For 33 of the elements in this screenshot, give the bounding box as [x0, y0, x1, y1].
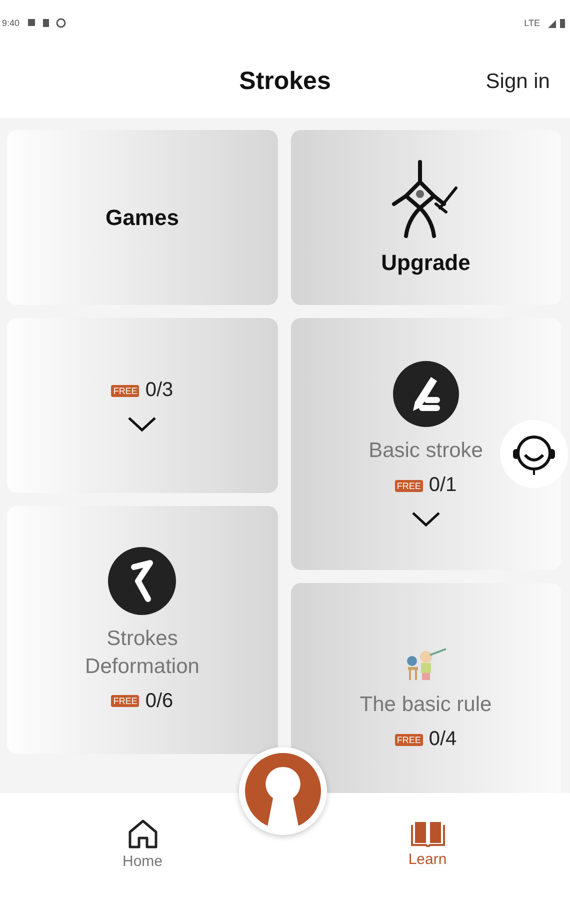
card-title: The basic rule	[358, 692, 493, 718]
s-stroke-icon	[108, 547, 176, 616]
keyhole-icon	[245, 753, 321, 829]
course-card[interactable]: Games	[7, 130, 278, 305]
course-card[interactable]: The basic rule FREE 0/4	[290, 583, 561, 793]
progress-count: 0/4	[428, 728, 457, 752]
course-card[interactable]: Strokes Deformation FREE 0/6	[7, 506, 278, 754]
progress-count: 0/3	[145, 379, 174, 402]
card-title: Strokes Deformation	[84, 626, 200, 680]
card-title: Games	[104, 204, 180, 230]
course-card[interactable]: Basic stroke FREE 0/1	[290, 318, 561, 570]
status-time: 9:40	[2, 18, 20, 28]
signal-battery-icon	[548, 18, 566, 28]
free-badge: FREE	[111, 695, 140, 708]
nav-tab[interactable]: Home	[0, 793, 285, 900]
course-card[interactable]: FREE 0/3	[7, 318, 278, 493]
card-title: Upgrade	[380, 250, 472, 276]
book-icon	[410, 819, 444, 847]
home-icon	[126, 819, 158, 849]
pencil-icon	[392, 360, 459, 427]
free-badge: FREE	[394, 480, 423, 492]
course-card[interactable]: Upgrade	[290, 130, 561, 305]
network-label: LTE	[524, 18, 540, 28]
free-badge: FREE	[111, 384, 140, 396]
nav-tab[interactable]: Learn	[285, 793, 570, 900]
card-title: Basic stroke	[368, 438, 484, 464]
sign-in-link[interactable]: Sign in	[486, 70, 550, 94]
page-title: Strokes	[239, 67, 331, 96]
chevron-down-icon[interactable]	[127, 416, 158, 432]
chevron-down-icon[interactable]	[410, 511, 441, 528]
progress-count: 0/1	[428, 474, 457, 498]
free-badge: FREE	[394, 734, 423, 746]
progress-count: 0/6	[145, 690, 174, 713]
